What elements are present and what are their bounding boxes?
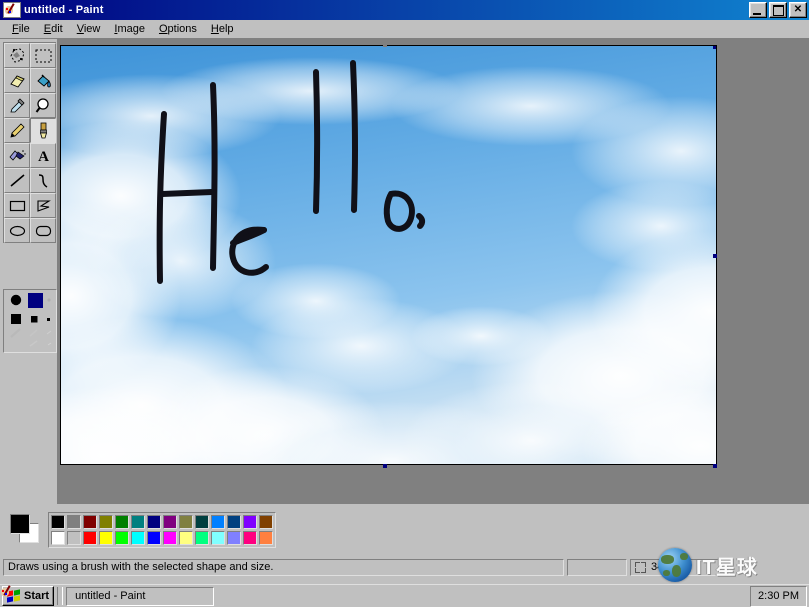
color-swatch[interactable] [51, 515, 65, 529]
color-swatch[interactable] [67, 515, 81, 529]
color-swatch[interactable] [67, 531, 81, 545]
palette-row-1 [50, 514, 274, 530]
minimize-button[interactable] [749, 2, 767, 18]
color-swatch[interactable] [211, 515, 225, 529]
tool-box: A [0, 39, 57, 505]
tool-grid: A [3, 42, 56, 243]
canvas-resize-handle-bottom-right[interactable] [713, 464, 717, 468]
svg-text:A: A [38, 149, 49, 165]
taskbar-button-paint[interactable]: untitled - Paint [1, 585, 215, 606]
window-controls: ✕ [749, 2, 807, 18]
menu-view[interactable]: View [70, 22, 108, 36]
color-palette-bar [0, 504, 809, 556]
status-hint: Draws using a brush with the selected sh… [3, 558, 564, 576]
menu-options[interactable]: Options [152, 22, 204, 36]
menu-bar: File Edit View Image Options Help [0, 20, 809, 38]
color-swatch[interactable] [195, 515, 209, 529]
rectangle-tool[interactable] [4, 193, 30, 218]
taskbar-divider [57, 587, 64, 605]
eraser-tool[interactable] [4, 68, 30, 93]
curve-tool[interactable] [30, 168, 56, 193]
status-coordinates-panel: 348,133 [630, 558, 730, 576]
ellipse-tool[interactable] [4, 218, 30, 243]
sky-background-image [61, 46, 716, 464]
menu-image[interactable]: Image [107, 22, 152, 36]
color-swatch[interactable] [195, 531, 209, 545]
paint-palette-icon[interactable] [3, 2, 21, 18]
brush-tool[interactable] [30, 118, 56, 143]
clock-label: 2:30 PM [758, 590, 799, 602]
color-swatch[interactable] [99, 531, 113, 545]
color-swatch[interactable] [99, 515, 113, 529]
fill-tool[interactable] [30, 68, 56, 93]
airbrush-tool[interactable] [4, 143, 30, 168]
color-swatch[interactable] [179, 515, 193, 529]
color-swatch[interactable] [51, 531, 65, 545]
color-swatch[interactable] [259, 515, 273, 529]
taskbar-button-label: untitled - Paint [75, 590, 146, 602]
canvas-area[interactable] [60, 43, 717, 468]
status-bar: Draws using a brush with the selected sh… [0, 548, 809, 582]
menu-edit[interactable]: Edit [37, 22, 70, 36]
color-swatch[interactable] [131, 515, 145, 529]
menu-help[interactable]: Help [204, 22, 241, 36]
title-bar[interactable]: untitled - Paint ✕ [0, 0, 809, 20]
color-swatch[interactable] [83, 531, 97, 545]
color-swatch[interactable] [243, 515, 257, 529]
text-tool[interactable]: A [30, 143, 56, 168]
rectangle-select-tool[interactable] [30, 43, 56, 68]
start-button[interactable]: Start [2, 586, 55, 606]
color-palette[interactable] [48, 512, 276, 548]
color-swatch[interactable] [211, 531, 225, 545]
menu-file[interactable]: File [5, 22, 37, 36]
pick-color-tool[interactable] [4, 93, 30, 118]
color-swatch[interactable] [179, 531, 193, 545]
polygon-tool[interactable] [30, 193, 56, 218]
color-swatch[interactable] [115, 531, 129, 545]
color-swatch[interactable] [243, 531, 257, 545]
canvas-resize-handle-right[interactable] [713, 254, 717, 258]
line-tool[interactable] [4, 168, 30, 193]
color-swatch[interactable] [147, 515, 161, 529]
close-button[interactable]: ✕ [789, 2, 807, 18]
tool-options-panel[interactable] [3, 289, 57, 353]
restore-button[interactable] [769, 2, 787, 18]
rounded-rectangle-tool[interactable] [30, 218, 56, 243]
close-icon: ✕ [793, 4, 803, 15]
foreground-color-swatch[interactable] [10, 514, 30, 534]
pencil-tool[interactable] [4, 118, 30, 143]
palette-row-2 [50, 530, 274, 546]
start-label: Start [24, 590, 50, 602]
color-swatch[interactable] [131, 531, 145, 545]
cursor-coordinates: 348,133 [651, 561, 691, 573]
color-swatch[interactable] [115, 515, 129, 529]
work-area: A [0, 38, 809, 505]
color-swatch[interactable] [227, 515, 241, 529]
color-swatch[interactable] [163, 515, 177, 529]
taskbar: Start untitled - Paint 2:30 PM [0, 584, 809, 607]
canvas-resize-handle-top-right[interactable] [713, 46, 716, 49]
brush-option-selected-highlight [28, 293, 43, 308]
status-size-panel [567, 558, 627, 576]
free-form-select-tool[interactable] [4, 43, 30, 68]
canvas-resize-handle-bottom[interactable] [383, 464, 387, 468]
color-swatch[interactable] [83, 515, 97, 529]
canvas-edge-marker-top [383, 43, 387, 47]
drawing-canvas[interactable] [60, 45, 717, 465]
current-colors-indicator[interactable] [8, 512, 39, 543]
selection-size-icon [635, 561, 646, 573]
color-swatch[interactable] [163, 531, 177, 545]
color-swatch[interactable] [227, 531, 241, 545]
system-tray-clock[interactable]: 2:30 PM [750, 585, 807, 607]
window-title: untitled - Paint [24, 4, 104, 16]
color-swatch[interactable] [147, 531, 161, 545]
magnifier-tool[interactable] [30, 93, 56, 118]
windows-flag-icon [7, 588, 21, 603]
color-swatch[interactable] [259, 531, 273, 545]
paint-application-window: untitled - Paint ✕ File Edit View Image … [0, 0, 809, 607]
